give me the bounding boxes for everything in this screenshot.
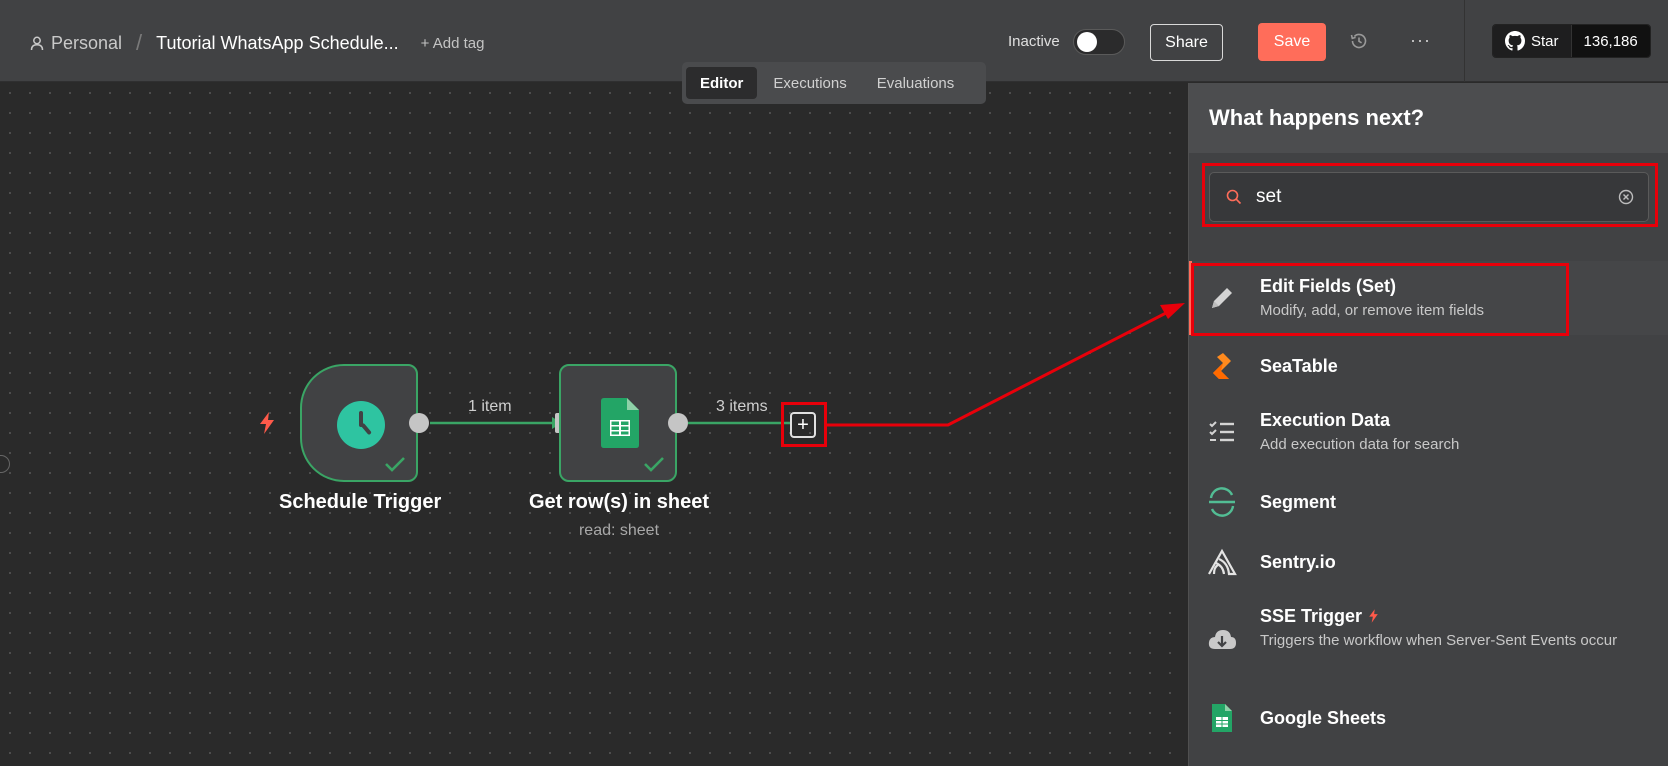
- connection-label: 1 item: [468, 398, 512, 415]
- cloud-download-icon: [1208, 630, 1236, 649]
- seatable-icon: [1213, 353, 1231, 379]
- breadcrumb-separator: /: [136, 30, 143, 55]
- success-check-icon: [644, 457, 664, 472]
- header-divider: [1464, 0, 1465, 82]
- breadcrumb-project-label: Personal: [51, 32, 123, 53]
- node-item-name: Sentry.io: [1260, 552, 1336, 572]
- more-options-icon[interactable]: ···: [1410, 30, 1431, 51]
- clock-icon: [337, 401, 385, 449]
- node-item-name: Execution Data: [1260, 410, 1391, 430]
- trigger-output-handle[interactable]: [409, 413, 429, 433]
- google-sheets-icon: [1212, 704, 1232, 732]
- node-item-sse-trigger[interactable]: SSE Trigger Triggers the workflow when S…: [1189, 593, 1668, 685]
- panel-header: What happens next?: [1189, 83, 1668, 153]
- trigger-bolt-icon: [1369, 609, 1378, 623]
- node-item-seatable[interactable]: SeaTable: [1189, 337, 1668, 395]
- history-icon[interactable]: [1349, 31, 1369, 51]
- github-star-label: Star: [1531, 32, 1559, 50]
- panel-title: What happens next?: [1209, 105, 1425, 130]
- canvas-edge-handle: [0, 455, 10, 473]
- node-item-sentry[interactable]: Sentry.io: [1189, 533, 1668, 591]
- github-icon: [1505, 31, 1525, 51]
- tab-editor[interactable]: Editor: [686, 67, 758, 99]
- n8n-editor: Personal / Tutorial WhatsApp Schedule...…: [0, 0, 1668, 766]
- breadcrumb-project[interactable]: Personal: [30, 33, 122, 54]
- trigger-bolt-icon: [260, 412, 274, 434]
- github-star-button[interactable]: Star 136,186: [1492, 24, 1651, 58]
- google-sheets-icon: [601, 398, 639, 448]
- tab-evaluations[interactable]: Evaluations: [863, 67, 969, 99]
- node-item-name: SeaTable: [1260, 356, 1338, 376]
- schedule-trigger-node[interactable]: [300, 364, 418, 482]
- workflow-status-label: Inactive: [1008, 33, 1060, 50]
- checklist-icon: [1209, 421, 1234, 442]
- tab-executions[interactable]: Executions: [759, 67, 860, 99]
- success-check-icon: [385, 457, 405, 472]
- annotation-box-search: [1202, 163, 1658, 227]
- segment-icon: [1209, 487, 1235, 517]
- editor-tabs: Editor Executions Evaluations: [682, 62, 986, 104]
- node-title: Get row(s) in sheet: [528, 491, 710, 513]
- user-icon: [30, 36, 44, 50]
- workflow-title[interactable]: Tutorial WhatsApp Schedule...: [156, 33, 398, 54]
- save-button[interactable]: Save: [1258, 23, 1326, 61]
- github-star-part: Star: [1493, 25, 1571, 57]
- node-item-name: Google Sheets: [1260, 708, 1387, 728]
- active-toggle[interactable]: [1073, 29, 1125, 55]
- node-item-segment[interactable]: Segment: [1189, 473, 1668, 531]
- add-tag-button[interactable]: + Add tag: [421, 35, 485, 52]
- breadcrumb: Personal / Tutorial WhatsApp Schedule...…: [30, 0, 484, 86]
- node-item-description: Triggers the workflow when Server-Sent E…: [1260, 632, 1618, 649]
- node-item-description: Add execution data for search: [1260, 436, 1460, 453]
- node-item-google-sheets[interactable]: Google Sheets: [1189, 689, 1668, 749]
- node-title: Schedule Trigger: [279, 491, 442, 513]
- clock-hand-minute: [360, 422, 372, 436]
- node-item-name-row: SSE Trigger: [1260, 606, 1379, 627]
- node-item-name: Segment: [1260, 492, 1337, 512]
- get-rows-in-sheet-node[interactable]: [559, 364, 677, 482]
- sentry-icon: [1208, 548, 1237, 576]
- sheet-output-handle[interactable]: [668, 413, 688, 433]
- annotation-box-add-node: [781, 402, 827, 447]
- node-item-execution-data[interactable]: Execution Data Add execution data for se…: [1189, 395, 1668, 469]
- node-item-name: SSE Trigger: [1260, 606, 1363, 626]
- github-star-count: 136,186: [1570, 25, 1650, 57]
- share-button[interactable]: Share: [1150, 24, 1223, 61]
- node-subtitle: read: sheet: [578, 522, 660, 539]
- connection-label: 3 items: [716, 398, 768, 415]
- toggle-knob: [1077, 32, 1097, 52]
- annotation-box-edit-fields: [1191, 263, 1569, 336]
